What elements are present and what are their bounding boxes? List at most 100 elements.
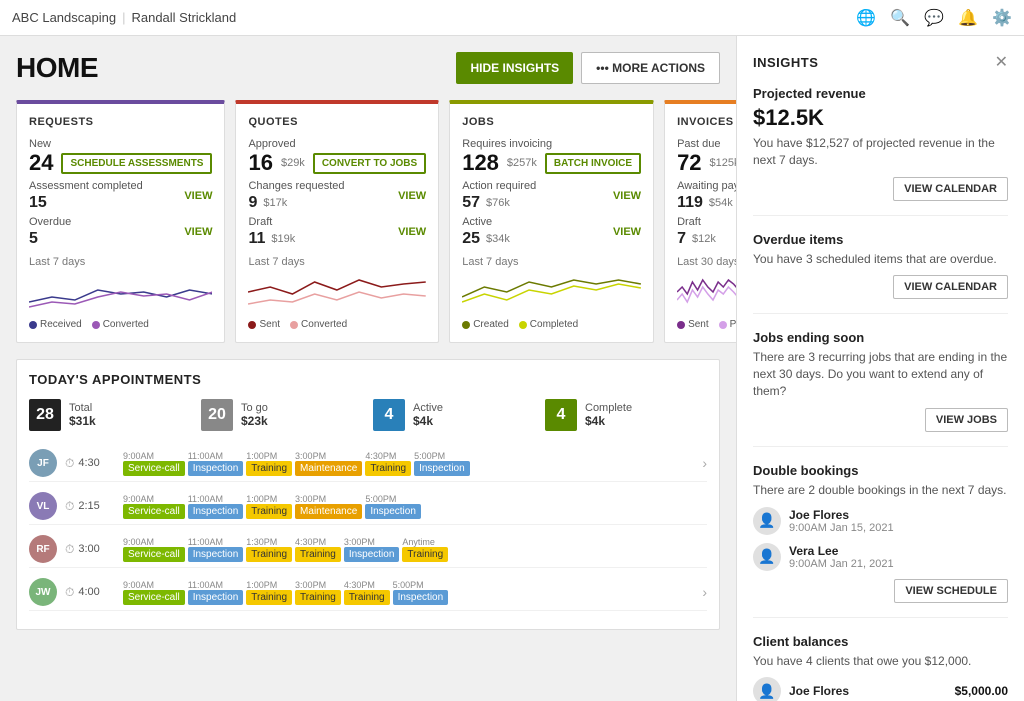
requests-overdue-view[interactable]: VIEW: [184, 226, 212, 238]
view-jobs-button[interactable]: VIEW JOBS: [925, 408, 1008, 432]
projected-revenue-section: Projected revenue $12.5K You have $12,52…: [753, 86, 1008, 216]
appt-block[interactable]: Training: [246, 461, 292, 476]
requests-assessment-label: Assessment completed: [29, 180, 143, 192]
jobs-ending-text: There are 3 recurring jobs that are endi…: [753, 349, 1008, 399]
gear-icon[interactable]: ⚙️: [992, 8, 1012, 28]
appt-block[interactable]: Training: [246, 504, 292, 519]
jobs-invoicing-value: 128: [462, 152, 499, 174]
view-calendar-button-overdue[interactable]: VIEW CALENDAR: [893, 275, 1008, 299]
client-amount-joe: $5,000.00: [955, 684, 1008, 698]
appt-block-time: 11:00AM: [188, 580, 244, 590]
client-balance-row-joe: 👤 Joe Flores $5,000.00: [753, 677, 1008, 701]
appt-row: RF ⏱ 3:00 9:00AMService-call11:00AMInspect…: [29, 531, 707, 568]
invoices-legend-paid: Paid: [719, 319, 736, 330]
appt-block[interactable]: Training: [295, 547, 341, 562]
appt-label-total: Total: [69, 402, 96, 414]
hide-insights-button[interactable]: HIDE INSIGHTS: [456, 52, 573, 84]
appt-time-info: ⏱ 3:00: [65, 542, 115, 557]
appt-block[interactable]: Maintenance: [295, 461, 362, 476]
appt-block-time: 9:00AM: [123, 580, 185, 590]
appt-avatar: VL: [29, 492, 57, 520]
invoices-awaiting-sub: $54k: [709, 197, 733, 209]
invoices-draft-stat: Draft 7 $12k VIEW: [677, 216, 736, 248]
jobs-active-view[interactable]: VIEW: [613, 226, 641, 238]
view-calendar-button-revenue[interactable]: VIEW CALENDAR: [893, 177, 1008, 201]
convert-to-jobs-button[interactable]: CONVERT TO JOBS: [313, 153, 426, 174]
invoices-title: INVOICES: [677, 116, 736, 128]
appt-block[interactable]: Training: [246, 547, 292, 562]
appt-block[interactable]: Training: [365, 461, 411, 476]
overdue-items-section: Overdue items You have 3 scheduled items…: [753, 232, 1008, 315]
batch-invoice-button[interactable]: BATCH INVOICE: [545, 153, 641, 174]
appt-block[interactable]: Inspection: [414, 461, 470, 476]
jobs-title: JOBS: [462, 116, 641, 128]
appt-block[interactable]: Training: [402, 547, 448, 562]
appt-block[interactable]: Maintenance: [295, 504, 362, 519]
client-name-joe: Joe Flores: [789, 684, 849, 698]
bell-icon[interactable]: 🔔: [958, 8, 978, 28]
appt-label-active: Active: [413, 402, 443, 414]
appt-block[interactable]: Training: [295, 590, 341, 605]
appt-block[interactable]: Inspection: [365, 504, 421, 519]
client-balances-text: You have 4 clients that owe you $12,000.: [753, 653, 1008, 670]
invoices-pastdue-sub: $125k: [710, 157, 736, 169]
requests-chart: Last 7 days Received Converted: [29, 256, 212, 330]
appt-block-wrap: 1:30PMTraining: [246, 537, 292, 562]
quotes-draft-stat: Draft 11 $19k VIEW: [248, 216, 426, 248]
appt-block[interactable]: Inspection: [188, 461, 244, 476]
requests-assessment-value: 15: [29, 194, 47, 211]
requests-assessment-stat: Assessment completed 15 VIEW: [29, 180, 212, 212]
globe-icon[interactable]: 🌐: [856, 8, 876, 28]
appt-block[interactable]: Inspection: [188, 504, 244, 519]
quotes-changes-view[interactable]: VIEW: [398, 190, 426, 202]
requests-assessment-view[interactable]: VIEW: [184, 190, 212, 202]
appt-avatar: RF: [29, 535, 57, 563]
invoices-draft-sub: $12k: [692, 233, 716, 245]
appt-block-time: Anytime: [402, 537, 448, 547]
double-bookings-text: There are 2 double bookings in the next …: [753, 482, 1008, 499]
appt-block-time: 4:30PM: [295, 537, 341, 547]
jobs-ending-section: Jobs ending soon There are 3 recurring j…: [753, 330, 1008, 446]
quotes-legend-sent: Sent: [248, 319, 280, 330]
appt-block[interactable]: Service-call: [123, 504, 185, 519]
appt-block-wrap: 3:00PMMaintenance: [295, 494, 362, 519]
appt-block-time: 3:00PM: [295, 580, 341, 590]
jobs-legend-completed: Completed: [519, 319, 578, 330]
requests-new-label: New: [29, 138, 212, 150]
appt-block[interactable]: Service-call: [123, 590, 185, 605]
appt-block[interactable]: Inspection: [188, 590, 244, 605]
invoices-awaiting-stat: Awaiting payment 119 $54k VIEW: [677, 180, 736, 212]
appt-block[interactable]: Training: [246, 590, 292, 605]
insights-close-button[interactable]: ✕: [995, 52, 1008, 72]
appt-schedule: 9:00AMService-call11:00AMInspection1:30P…: [123, 537, 707, 562]
view-schedule-button[interactable]: VIEW SCHEDULE: [894, 579, 1008, 603]
appt-time-info: ⏱ 4:30: [65, 456, 115, 471]
appt-block[interactable]: Inspection: [344, 547, 400, 562]
appt-block[interactable]: Inspection: [188, 547, 244, 562]
search-icon[interactable]: 🔍: [890, 8, 910, 28]
jobs-action-view[interactable]: VIEW: [613, 190, 641, 202]
chat-icon[interactable]: 💬: [924, 8, 944, 28]
quotes-legend-converted: Converted: [290, 319, 347, 330]
appt-block-wrap: 3:00PMTraining: [295, 580, 341, 605]
appt-block[interactable]: Inspection: [393, 590, 449, 605]
quotes-chart: Last 7 days Sent Converted: [248, 256, 426, 330]
appt-block[interactable]: Service-call: [123, 547, 185, 562]
appt-nav-button[interactable]: ›: [702, 455, 707, 471]
person-name-vera: Vera Lee: [789, 544, 894, 558]
appt-schedule: 9:00AMService-call11:00AMInspection1:00P…: [123, 494, 707, 519]
invoices-chart-label: Last 30 days: [677, 256, 736, 268]
appt-nav-button[interactable]: ›: [702, 584, 707, 600]
invoices-legend-sent: Sent: [677, 319, 709, 330]
appt-block-time: 4:30PM: [344, 580, 390, 590]
invoices-chart-svg: [677, 272, 736, 312]
quotes-draft-view[interactable]: VIEW: [398, 226, 426, 238]
invoices-awaiting-value: 119: [677, 194, 703, 212]
requests-title: REQUESTS: [29, 116, 212, 128]
quotes-title: QUOTES: [248, 116, 426, 128]
schedule-assessments-button[interactable]: SCHEDULE ASSESSMENTS: [61, 153, 212, 174]
appt-block[interactable]: Service-call: [123, 461, 185, 476]
appt-block[interactable]: Training: [344, 590, 390, 605]
requests-chart-svg: [29, 272, 212, 312]
more-actions-button[interactable]: ••• MORE ACTIONS: [581, 52, 720, 84]
